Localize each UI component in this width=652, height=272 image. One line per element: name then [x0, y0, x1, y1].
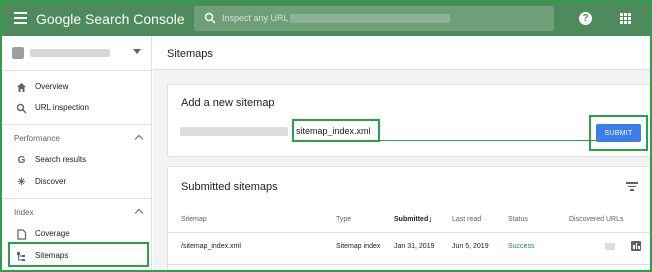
sidebar-item-label: Overview — [35, 82, 69, 91]
sidebar-item-url-inspection[interactable]: URL inspection — [2, 98, 152, 118]
cell-type: Sitemap index — [336, 243, 381, 250]
caret-down-icon — [133, 49, 141, 54]
input-underline — [380, 140, 606, 141]
property-selector[interactable] — [2, 36, 152, 70]
sidebar-item-label: URL inspection — [35, 103, 89, 112]
highlight-box-submit: SUBMIT — [589, 115, 648, 151]
sidebar-divider — [2, 198, 152, 199]
asterisk-icon: ✳ — [17, 177, 26, 188]
add-sitemap-title: Add a new sitemap — [181, 97, 275, 109]
bar-chart-icon[interactable] — [631, 241, 641, 251]
sidebar-item-label: Search results — [35, 155, 87, 164]
chevron-up-icon[interactable] — [134, 134, 144, 144]
column-header-submitted[interactable]: Submitted — [394, 216, 428, 223]
cell-status: Success — [508, 243, 535, 250]
column-header-type[interactable]: Type — [336, 216, 351, 223]
column-header-sitemap[interactable]: Sitemap — [181, 216, 207, 223]
property-avatar — [12, 47, 24, 59]
document-icon — [17, 229, 27, 240]
section-performance: Performance — [14, 134, 60, 143]
sidebar-item-coverage[interactable]: Coverage — [2, 224, 152, 244]
header-divider — [168, 232, 650, 233]
cell-submitted: Jan 31, 2019 — [394, 243, 435, 250]
top-app-bar: Google Search Console Inspect any URL in… — [2, 2, 650, 36]
submit-button[interactable]: SUBMIT — [596, 124, 641, 142]
sidebar-divider — [2, 70, 152, 71]
add-sitemap-card: Add a new sitemap SUBMIT — [167, 84, 650, 157]
page-header: Sitemaps — [153, 36, 650, 70]
sidebar-divider — [2, 124, 152, 125]
cell-last-read: Jun 5, 2019 — [452, 243, 489, 250]
sidebar-item-label: Discover — [35, 177, 67, 186]
blurred-property-url — [290, 14, 450, 23]
menu-icon[interactable] — [14, 12, 27, 24]
app-title: Google Search Console — [36, 11, 185, 27]
row-divider — [168, 264, 650, 265]
column-header-discovered-urls[interactable]: Discovered URLs — [569, 216, 623, 223]
column-header-status[interactable]: Status — [508, 216, 528, 223]
url-inspect-search[interactable]: Inspect any URL in — [194, 6, 554, 31]
page-title: Sitemaps — [167, 48, 213, 60]
blurred-discovered-urls — [605, 243, 615, 250]
sidebar-item-search-results[interactable]: G Search results — [2, 150, 152, 170]
search-icon — [204, 12, 216, 24]
main-content: Sitemaps Add a new sitemap SUBMIT Submit… — [153, 36, 650, 270]
home-icon — [17, 83, 26, 92]
help-icon[interactable]: ? — [579, 12, 592, 25]
submitted-sitemaps-title: Submitted sitemaps — [181, 181, 278, 193]
sidebar: Overview URL inspection Performance G Se… — [2, 36, 152, 270]
sitemap-url-input[interactable] — [296, 124, 376, 138]
apps-grid-icon[interactable] — [620, 13, 631, 24]
highlight-box-sitemap-input — [292, 119, 380, 142]
blurred-property-name — [30, 49, 110, 57]
search-icon — [16, 103, 27, 114]
sidebar-item-label: Coverage — [35, 229, 70, 238]
google-g-icon: G — [17, 155, 26, 166]
submitted-sitemaps-card: Submitted sitemaps Sitemap Type Submitte… — [167, 166, 650, 270]
cell-sitemap: /sitemap_index.xml — [181, 243, 241, 250]
section-index: Index — [14, 208, 34, 217]
search-placeholder: Inspect any URL in — [222, 13, 298, 23]
blurred-domain-prefix — [180, 127, 288, 136]
highlight-box-sitemaps — [8, 242, 149, 267]
arrow-down-icon: ↓ — [428, 214, 433, 224]
filter-icon[interactable] — [626, 181, 638, 191]
chevron-up-icon[interactable] — [134, 208, 144, 218]
screenshot-frame: Google Search Console Inspect any URL in… — [0, 0, 652, 272]
sidebar-item-discover[interactable]: ✳ Discover — [2, 172, 152, 192]
sidebar-item-overview[interactable]: Overview — [2, 77, 152, 97]
column-header-last-read[interactable]: Last read — [452, 216, 481, 223]
